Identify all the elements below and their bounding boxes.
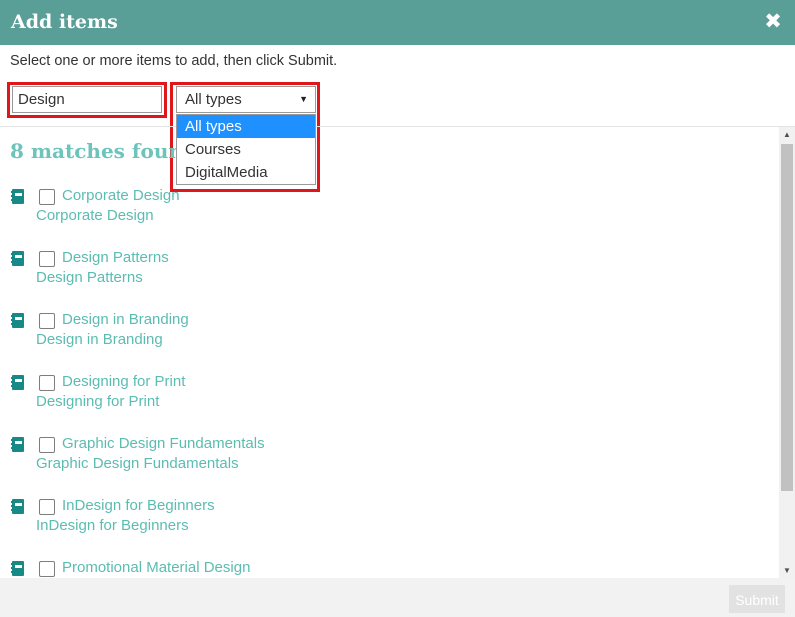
item-subtitle-link[interactable]: InDesign for Beginners [36,517,189,534]
result-item: Promotional Material Design [0,559,770,578]
submit-button[interactable]: Submit [729,585,785,613]
type-select[interactable]: All types ▼ [176,86,316,113]
dropdown-option-all-types[interactable]: All types [177,115,315,138]
item-title-link[interactable]: Corporate Design [62,187,180,204]
item-title-link[interactable]: Design in Branding [62,311,189,328]
scroll-up-arrow-icon[interactable]: ▲ [779,127,795,142]
item-subtitle-link[interactable]: Graphic Design Fundamentals [36,455,239,472]
dialog-footer: Submit [0,578,795,617]
item-checkbox[interactable] [39,375,55,391]
item-title-link[interactable]: Graphic Design Fundamentals [62,435,265,452]
result-item: Corporate Design Corporate Design [0,187,770,247]
result-item: Designing for Print Designing for Print [0,373,770,433]
result-item: InDesign for Beginners InDesign for Begi… [0,497,770,557]
item-title-link[interactable]: Design Patterns [62,249,169,266]
type-select-value: All types [185,91,242,108]
item-subtitle-link[interactable]: Corporate Design [36,207,154,224]
item-subtitle-link[interactable]: Designing for Print [36,393,159,410]
book-icon [11,313,24,328]
book-icon [11,375,24,390]
book-icon [11,251,24,266]
item-title-link[interactable]: InDesign for Beginners [62,497,215,514]
item-checkbox[interactable] [39,499,55,515]
results-scrollbar[interactable]: ▲ ▼ [779,127,795,578]
item-subtitle-link[interactable]: Design in Branding [36,331,163,348]
item-subtitle-link[interactable]: Design Patterns [36,269,143,286]
result-item: Design in Branding Design in Branding [0,311,770,371]
result-item: Graphic Design Fundamentals Graphic Desi… [0,435,770,495]
dropdown-option-courses[interactable]: Courses [177,138,315,161]
dialog-header: Add items ✖ [0,0,795,45]
book-icon [11,561,24,576]
item-title-link[interactable]: Designing for Print [62,373,185,390]
matches-heading: 8 matches found [10,139,197,163]
type-dropdown-list: All types Courses DigitalMedia [176,114,316,185]
item-checkbox[interactable] [39,561,55,577]
scroll-down-arrow-icon[interactable]: ▼ [779,563,795,578]
dialog-title: Add items [11,11,118,33]
book-icon [11,437,24,452]
close-icon[interactable]: ✖ [763,10,783,34]
item-checkbox[interactable] [39,437,55,453]
scrollbar-thumb[interactable] [781,144,793,491]
search-input[interactable] [12,86,162,113]
item-checkbox[interactable] [39,189,55,205]
dropdown-option-digitalmedia[interactable]: DigitalMedia [177,161,315,184]
book-icon [11,189,24,204]
dropdown-arrow-icon: ▼ [299,94,308,104]
book-icon [11,499,24,514]
item-title-link[interactable]: Promotional Material Design [62,559,250,576]
results-panel: 8 matches found Corporate Design Corpora… [0,127,779,578]
instructions-text: Select one or more items to add, then cl… [10,53,338,69]
item-checkbox[interactable] [39,251,55,267]
result-item: Design Patterns Design Patterns [0,249,770,309]
item-checkbox[interactable] [39,313,55,329]
